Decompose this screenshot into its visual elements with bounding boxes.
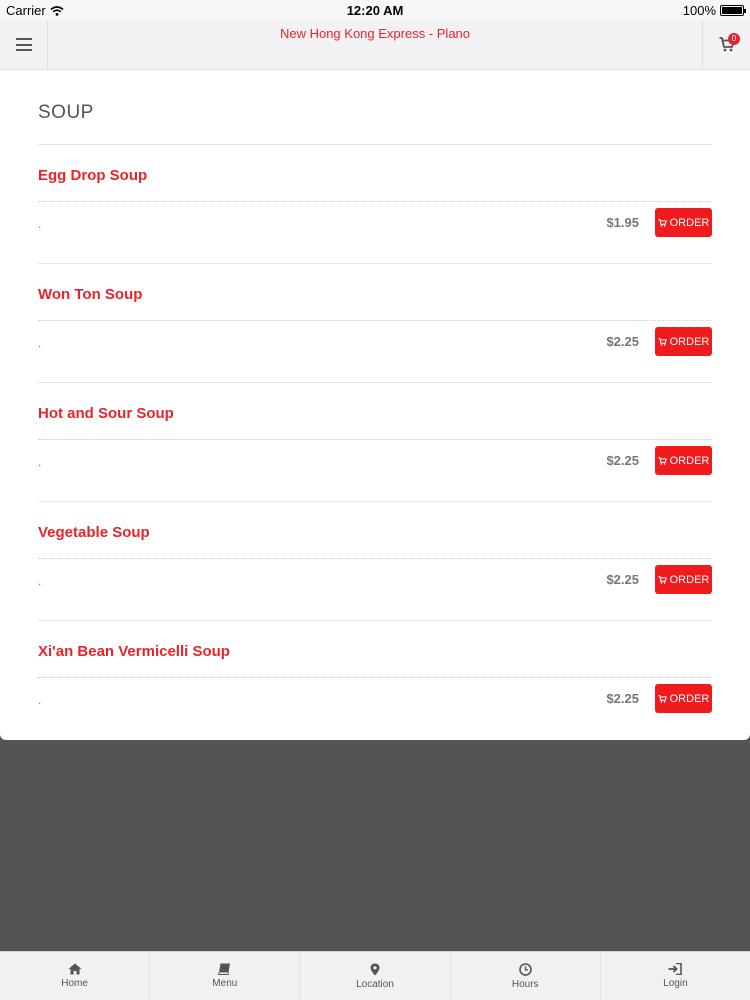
cart-icon xyxy=(658,575,667,584)
cart-icon xyxy=(658,337,667,346)
order-label: ORDER xyxy=(669,335,710,348)
item-price: $2.25 xyxy=(606,453,639,468)
clock-icon xyxy=(518,962,532,976)
divider xyxy=(38,677,712,678)
tab-label: Hours xyxy=(511,978,539,990)
login-icon xyxy=(668,963,683,975)
clock-time: 12:20 AM xyxy=(346,3,404,18)
map-pin-icon xyxy=(370,963,380,975)
bottom-tab-bar: Home Menu Location Hours Login xyxy=(0,951,750,1000)
menu-item: Xi'an Bean Vermicelli Soup . $2.25 ORDER xyxy=(38,621,712,740)
item-price: $2.25 xyxy=(606,691,639,706)
menu-item: Egg Drop Soup . $1.95 ORDER xyxy=(38,145,712,264)
tab-menu[interactable]: Menu xyxy=(150,952,301,1000)
divider xyxy=(38,201,712,202)
menu-item: Won Ton Soup . $2.25 ORDER xyxy=(38,264,712,383)
battery-icon xyxy=(720,5,746,16)
item-name[interactable]: Hot and Sour Soup xyxy=(38,405,174,422)
order-label: ORDER xyxy=(669,573,710,586)
battery-percent: 100% xyxy=(682,3,716,18)
tab-label: Login xyxy=(663,978,688,989)
tab-location[interactable]: Location xyxy=(300,952,451,1000)
item-name[interactable]: Xi'an Bean Vermicelli Soup xyxy=(38,643,230,660)
cart-button[interactable]: 0 xyxy=(702,20,750,69)
order-label: ORDER xyxy=(669,692,710,705)
cart-count-badge: 0 xyxy=(728,33,740,45)
order-button[interactable]: ORDER xyxy=(655,446,712,475)
tab-label: Location xyxy=(356,978,394,990)
menu-item: Vegetable Soup . $2.25 ORDER xyxy=(38,502,712,621)
divider xyxy=(38,558,712,559)
divider xyxy=(38,439,712,440)
tab-login[interactable]: Login xyxy=(601,952,750,1000)
item-description: . xyxy=(38,217,42,231)
item-name[interactable]: Won Ton Soup xyxy=(38,286,142,303)
nav-bar: New Hong Kong Express - Plano 0 xyxy=(0,20,750,70)
menu-item: Hot and Sour Soup . $2.25 ORDER xyxy=(38,383,712,502)
item-description: . xyxy=(38,693,42,707)
divider xyxy=(38,320,712,321)
menu-toggle-button[interactable] xyxy=(0,20,48,69)
tab-hours[interactable]: Hours xyxy=(451,952,601,1000)
cart-icon xyxy=(658,456,667,465)
tab-label: Menu xyxy=(212,978,238,989)
cart-icon xyxy=(658,218,667,227)
section-title: SOUP xyxy=(38,102,94,123)
book-icon xyxy=(218,963,231,975)
order-button[interactable]: ORDER xyxy=(655,327,712,356)
cart-icon xyxy=(658,694,667,703)
tab-label: Home xyxy=(61,978,88,989)
item-description: . xyxy=(38,336,42,350)
item-name[interactable]: Vegetable Soup xyxy=(38,524,150,541)
status-bar: Carrier 12:20 AM 100% xyxy=(0,0,750,20)
menu-card: SOUP Egg Drop Soup . $1.95 ORDER Won Ton… xyxy=(0,70,750,740)
order-button[interactable]: ORDER xyxy=(655,565,712,594)
restaurant-title: New Hong Kong Express - Plano xyxy=(279,26,471,41)
item-price: $2.25 xyxy=(606,572,639,587)
order-button[interactable]: ORDER xyxy=(655,684,712,713)
item-price: $2.25 xyxy=(606,334,639,349)
battery-indicator: 100% xyxy=(682,3,746,18)
item-description: . xyxy=(38,574,42,588)
item-price: $1.95 xyxy=(606,215,639,230)
item-name[interactable]: Egg Drop Soup xyxy=(38,167,147,184)
order-label: ORDER xyxy=(669,454,710,467)
order-button[interactable]: ORDER xyxy=(655,208,712,237)
home-icon xyxy=(68,963,82,975)
order-label: ORDER xyxy=(669,216,710,229)
item-description: . xyxy=(38,455,42,469)
tab-home[interactable]: Home xyxy=(0,952,151,1000)
hamburger-icon xyxy=(15,38,32,51)
